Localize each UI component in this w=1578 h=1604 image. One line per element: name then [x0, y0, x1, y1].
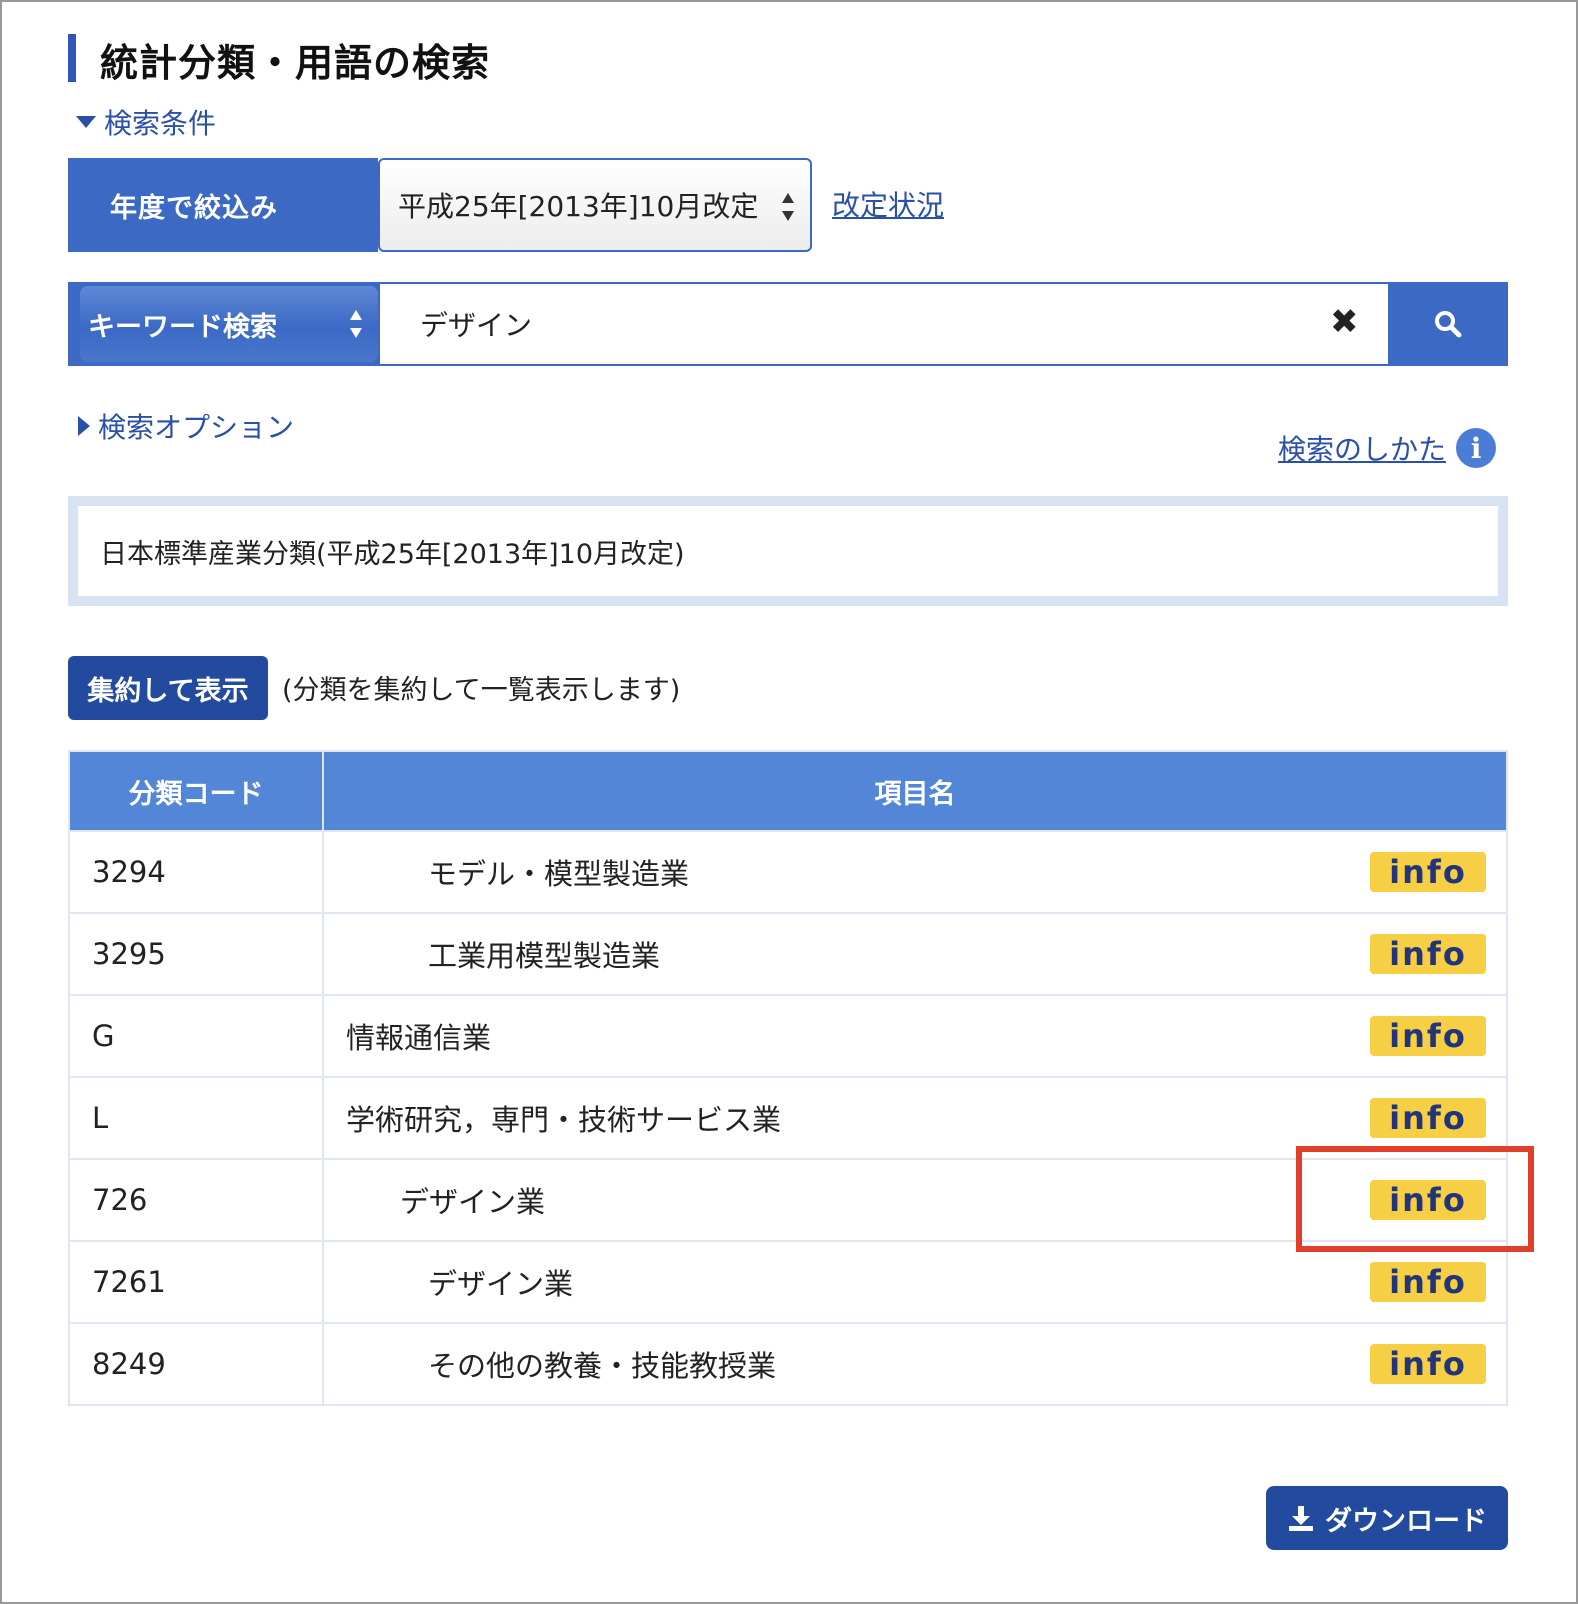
info-button[interactable]: info	[1370, 1262, 1486, 1302]
classification-name: 日本標準産業分類(平成25年[2013年]10月改定)	[100, 538, 685, 570]
page-title: 統計分類・用語の検索	[100, 41, 491, 85]
info-button[interactable]: info	[1370, 1344, 1486, 1384]
download-label: ダウンロード	[1325, 1505, 1487, 1537]
results-table: 分類コード 項目名 3294 モデル・模型製造業 info 3295 工業用模型…	[68, 750, 1508, 1406]
info-button[interactable]: info	[1370, 1098, 1486, 1138]
row-code: G	[68, 994, 324, 1078]
row-name: モデル・模型製造業	[428, 857, 690, 891]
table-row: 726 デザイン業 info	[68, 1158, 1508, 1242]
triangle-down-icon	[76, 116, 96, 128]
table-row: G 情報通信業 info	[68, 994, 1508, 1078]
row-name: デザイン業	[428, 1267, 574, 1301]
download-icon	[1289, 1506, 1313, 1531]
row-name: デザイン業	[400, 1185, 546, 1219]
row-code: 3295	[68, 912, 324, 996]
triangle-right-icon	[78, 416, 90, 436]
table-row: 3295 工業用模型製造業 info	[68, 912, 1508, 996]
search-button[interactable]	[1388, 282, 1508, 366]
info-button[interactable]: info	[1370, 1016, 1486, 1056]
row-name-cell: 情報通信業 info	[322, 994, 1508, 1078]
table-row: 7261 デザイン業 info	[68, 1240, 1508, 1324]
info-button[interactable]: info	[1370, 934, 1486, 974]
search-help[interactable]: 検索のしかた i	[1278, 428, 1497, 468]
aggregate-note: (分類を集約して一覧表示します)	[282, 675, 681, 706]
search-mode-value: キーワード検索	[88, 311, 277, 343]
table-header-row: 分類コード 項目名	[68, 750, 1508, 832]
row-name-cell: その他の教養・技能教授業 info	[322, 1322, 1508, 1406]
header-code: 分類コード	[68, 750, 324, 832]
row-name: 情報通信業	[346, 1021, 492, 1055]
row-code: 7261	[68, 1240, 324, 1324]
year-filter-label: 年度で絞込み	[68, 158, 378, 252]
search-conditions-label: 検索条件	[104, 107, 217, 140]
download-button[interactable]: ダウンロード	[1266, 1486, 1508, 1550]
search-options-label: 検索オプション	[98, 411, 295, 444]
search-options-toggle[interactable]: 検索オプション	[78, 406, 294, 446]
info-icon[interactable]: i	[1456, 428, 1497, 468]
revision-status-link[interactable]: 改定状況	[832, 184, 944, 224]
row-code: 8249	[68, 1322, 324, 1406]
row-name: 工業用模型製造業	[428, 939, 661, 973]
row-code: 726	[68, 1158, 324, 1242]
table-row: 8249 その他の教養・技能教授業 info	[68, 1322, 1508, 1406]
clear-icon[interactable]: ✖	[1330, 302, 1359, 342]
search-help-link[interactable]: 検索のしかた	[1278, 428, 1446, 468]
classification-name-box: 日本標準産業分類(平成25年[2013年]10月改定)	[68, 496, 1508, 606]
info-button[interactable]: info	[1370, 852, 1486, 892]
title-accent-bar	[68, 34, 76, 82]
search-conditions-toggle[interactable]: 検索条件	[76, 102, 216, 142]
search-icon	[1435, 311, 1462, 338]
row-name: その他の教養・技能教授業	[428, 1349, 777, 1383]
row-name-cell: モデル・模型製造業 info	[322, 830, 1508, 914]
table-row: 3294 モデル・模型製造業 info	[68, 830, 1508, 914]
highlight-box	[1296, 1146, 1534, 1252]
row-name-cell: デザイン業 info	[322, 1240, 1508, 1324]
year-select-value: 平成25年[2013年]10月改定	[398, 190, 759, 223]
select-arrows-icon	[782, 193, 796, 221]
year-select[interactable]: 平成25年[2013年]10月改定	[378, 158, 812, 252]
aggregate-button[interactable]: 集約して表示	[68, 656, 268, 720]
search-mode-select[interactable]: キーワード検索	[80, 286, 378, 362]
row-name-cell: 工業用模型製造業 info	[322, 912, 1508, 996]
select-arrows-icon	[350, 310, 364, 338]
row-name: 学術研究，専門・技術サービス業	[346, 1103, 782, 1137]
row-code: 3294	[68, 830, 324, 914]
row-code: L	[68, 1076, 324, 1160]
table-row: L 学術研究，専門・技術サービス業 info	[68, 1076, 1508, 1160]
keyword-input[interactable]	[380, 284, 1388, 364]
header-name: 項目名	[322, 750, 1508, 832]
keyword-search-bar: キーワード検索 ✖	[68, 282, 1508, 366]
